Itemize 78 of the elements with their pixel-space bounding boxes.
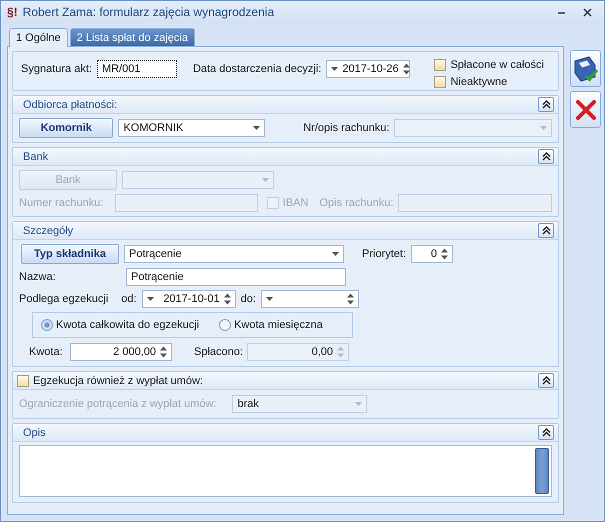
- dropdown-caret-icon: [266, 297, 273, 301]
- to-date-field[interactable]: [260, 290, 359, 308]
- double-chevron-up-icon: [542, 376, 550, 385]
- checkbox-label: IBAN: [282, 197, 308, 209]
- signature-field[interactable]: MR/001: [96, 60, 177, 78]
- field-label: Opis rachunku:: [319, 197, 394, 209]
- checkbox-label: Spłacone w całości: [450, 59, 544, 71]
- dropdown-caret-icon: [355, 402, 362, 406]
- payee-button[interactable]: Komornik: [19, 118, 114, 138]
- limit-select[interactable]: brak: [232, 395, 368, 413]
- collapse-button[interactable]: [538, 149, 554, 164]
- floppy-disk-check-icon: [572, 54, 598, 82]
- account-description-field[interactable]: [398, 194, 552, 212]
- component-type-button[interactable]: Typ składnika: [21, 244, 119, 264]
- radio-label: Kwota miesięczna: [234, 319, 323, 331]
- field-label: od:: [121, 293, 137, 305]
- account-number-field[interactable]: [115, 194, 258, 212]
- field-label: Podlega egzekucji: [19, 293, 108, 305]
- collapse-button[interactable]: [538, 425, 554, 440]
- tab[interactable]: 2 Lista spłat do zajęcia: [70, 28, 195, 46]
- field-label: Ograniczenie potrącenia z wypłat umów:: [19, 398, 216, 410]
- collapse-button[interactable]: [538, 223, 554, 238]
- field-label: do:: [240, 293, 256, 305]
- field-label: Sygnatura akt:: [21, 63, 92, 75]
- close-icon: [583, 8, 592, 16]
- field-label: Priorytet:: [362, 248, 406, 260]
- spinner-arrows-icon: [224, 293, 231, 305]
- cancel-button[interactable]: [570, 91, 601, 128]
- notes-field[interactable]: [19, 445, 552, 497]
- double-chevron-up-icon: [542, 100, 550, 109]
- dropdown-caret-icon: [252, 126, 260, 130]
- radio-button[interactable]: [41, 319, 53, 331]
- section-title: Bank: [23, 150, 48, 162]
- name-field[interactable]: Potrącenie: [126, 268, 346, 286]
- app-icon: §!: [7, 5, 18, 19]
- collapse-button[interactable]: [538, 97, 554, 112]
- collapse-button[interactable]: [538, 373, 554, 388]
- section-title: Szczegóły: [23, 224, 74, 236]
- section-title: Opis: [23, 426, 46, 438]
- checkbox[interactable]: [434, 76, 446, 88]
- field-label: Kwota:: [29, 346, 63, 358]
- spinner-arrows-icon: [346, 293, 354, 305]
- section-title: Egzekucja również z wypłat umów:: [33, 374, 204, 386]
- component-type-select[interactable]: Potrącenie: [124, 245, 344, 263]
- scrollbar[interactable]: [535, 448, 549, 494]
- spinner-arrows-icon: [160, 346, 167, 358]
- dropdown-caret-icon: [332, 252, 339, 256]
- radio-label: Kwota całkowita do egzekucji: [56, 319, 200, 331]
- payee-select[interactable]: KOMORNIK: [118, 119, 264, 137]
- dropdown-caret-icon: [146, 297, 154, 301]
- dropdown-caret-icon: [331, 67, 338, 71]
- priority-field[interactable]: 0: [411, 245, 454, 263]
- cancel-icon: [574, 98, 596, 120]
- save-button[interactable]: [570, 50, 601, 87]
- amount-field[interactable]: 2 000,00: [70, 343, 172, 361]
- radio-button[interactable]: [219, 319, 232, 331]
- date-field[interactable]: 2017-10-26: [326, 60, 410, 78]
- window-title: Robert Zama: formularz zajęcia wynagrodzenia: [22, 5, 276, 19]
- field-label: Numer rachunku:: [19, 197, 104, 209]
- field-label: Nr/opis rachunku:: [303, 122, 390, 134]
- checkbox[interactable]: [434, 59, 446, 71]
- dropdown-caret-icon: [262, 178, 269, 182]
- dropdown-caret-icon: [540, 126, 547, 130]
- from-date-field[interactable]: 2017-10-01: [142, 290, 236, 308]
- checkbox-label: Nieaktywne: [450, 76, 508, 88]
- spinner-arrows-icon: [337, 346, 344, 358]
- field-label: Spłacono:: [194, 346, 243, 358]
- field-label: Nazwa:: [19, 271, 56, 283]
- spinner-arrows-icon: [402, 63, 410, 75]
- double-chevron-up-icon: [542, 428, 550, 437]
- spinner-arrows-icon: [441, 248, 448, 260]
- tab[interactable]: 1 Ogólne: [9, 28, 68, 47]
- section-title: Odbiorca płatności:: [23, 98, 118, 110]
- checkbox[interactable]: [17, 374, 29, 386]
- paid-field[interactable]: 0,00: [247, 343, 349, 361]
- double-chevron-up-icon: [542, 226, 550, 235]
- double-chevron-up-icon: [542, 152, 550, 161]
- field-label: Data dostarczenia decyzji:: [192, 63, 322, 75]
